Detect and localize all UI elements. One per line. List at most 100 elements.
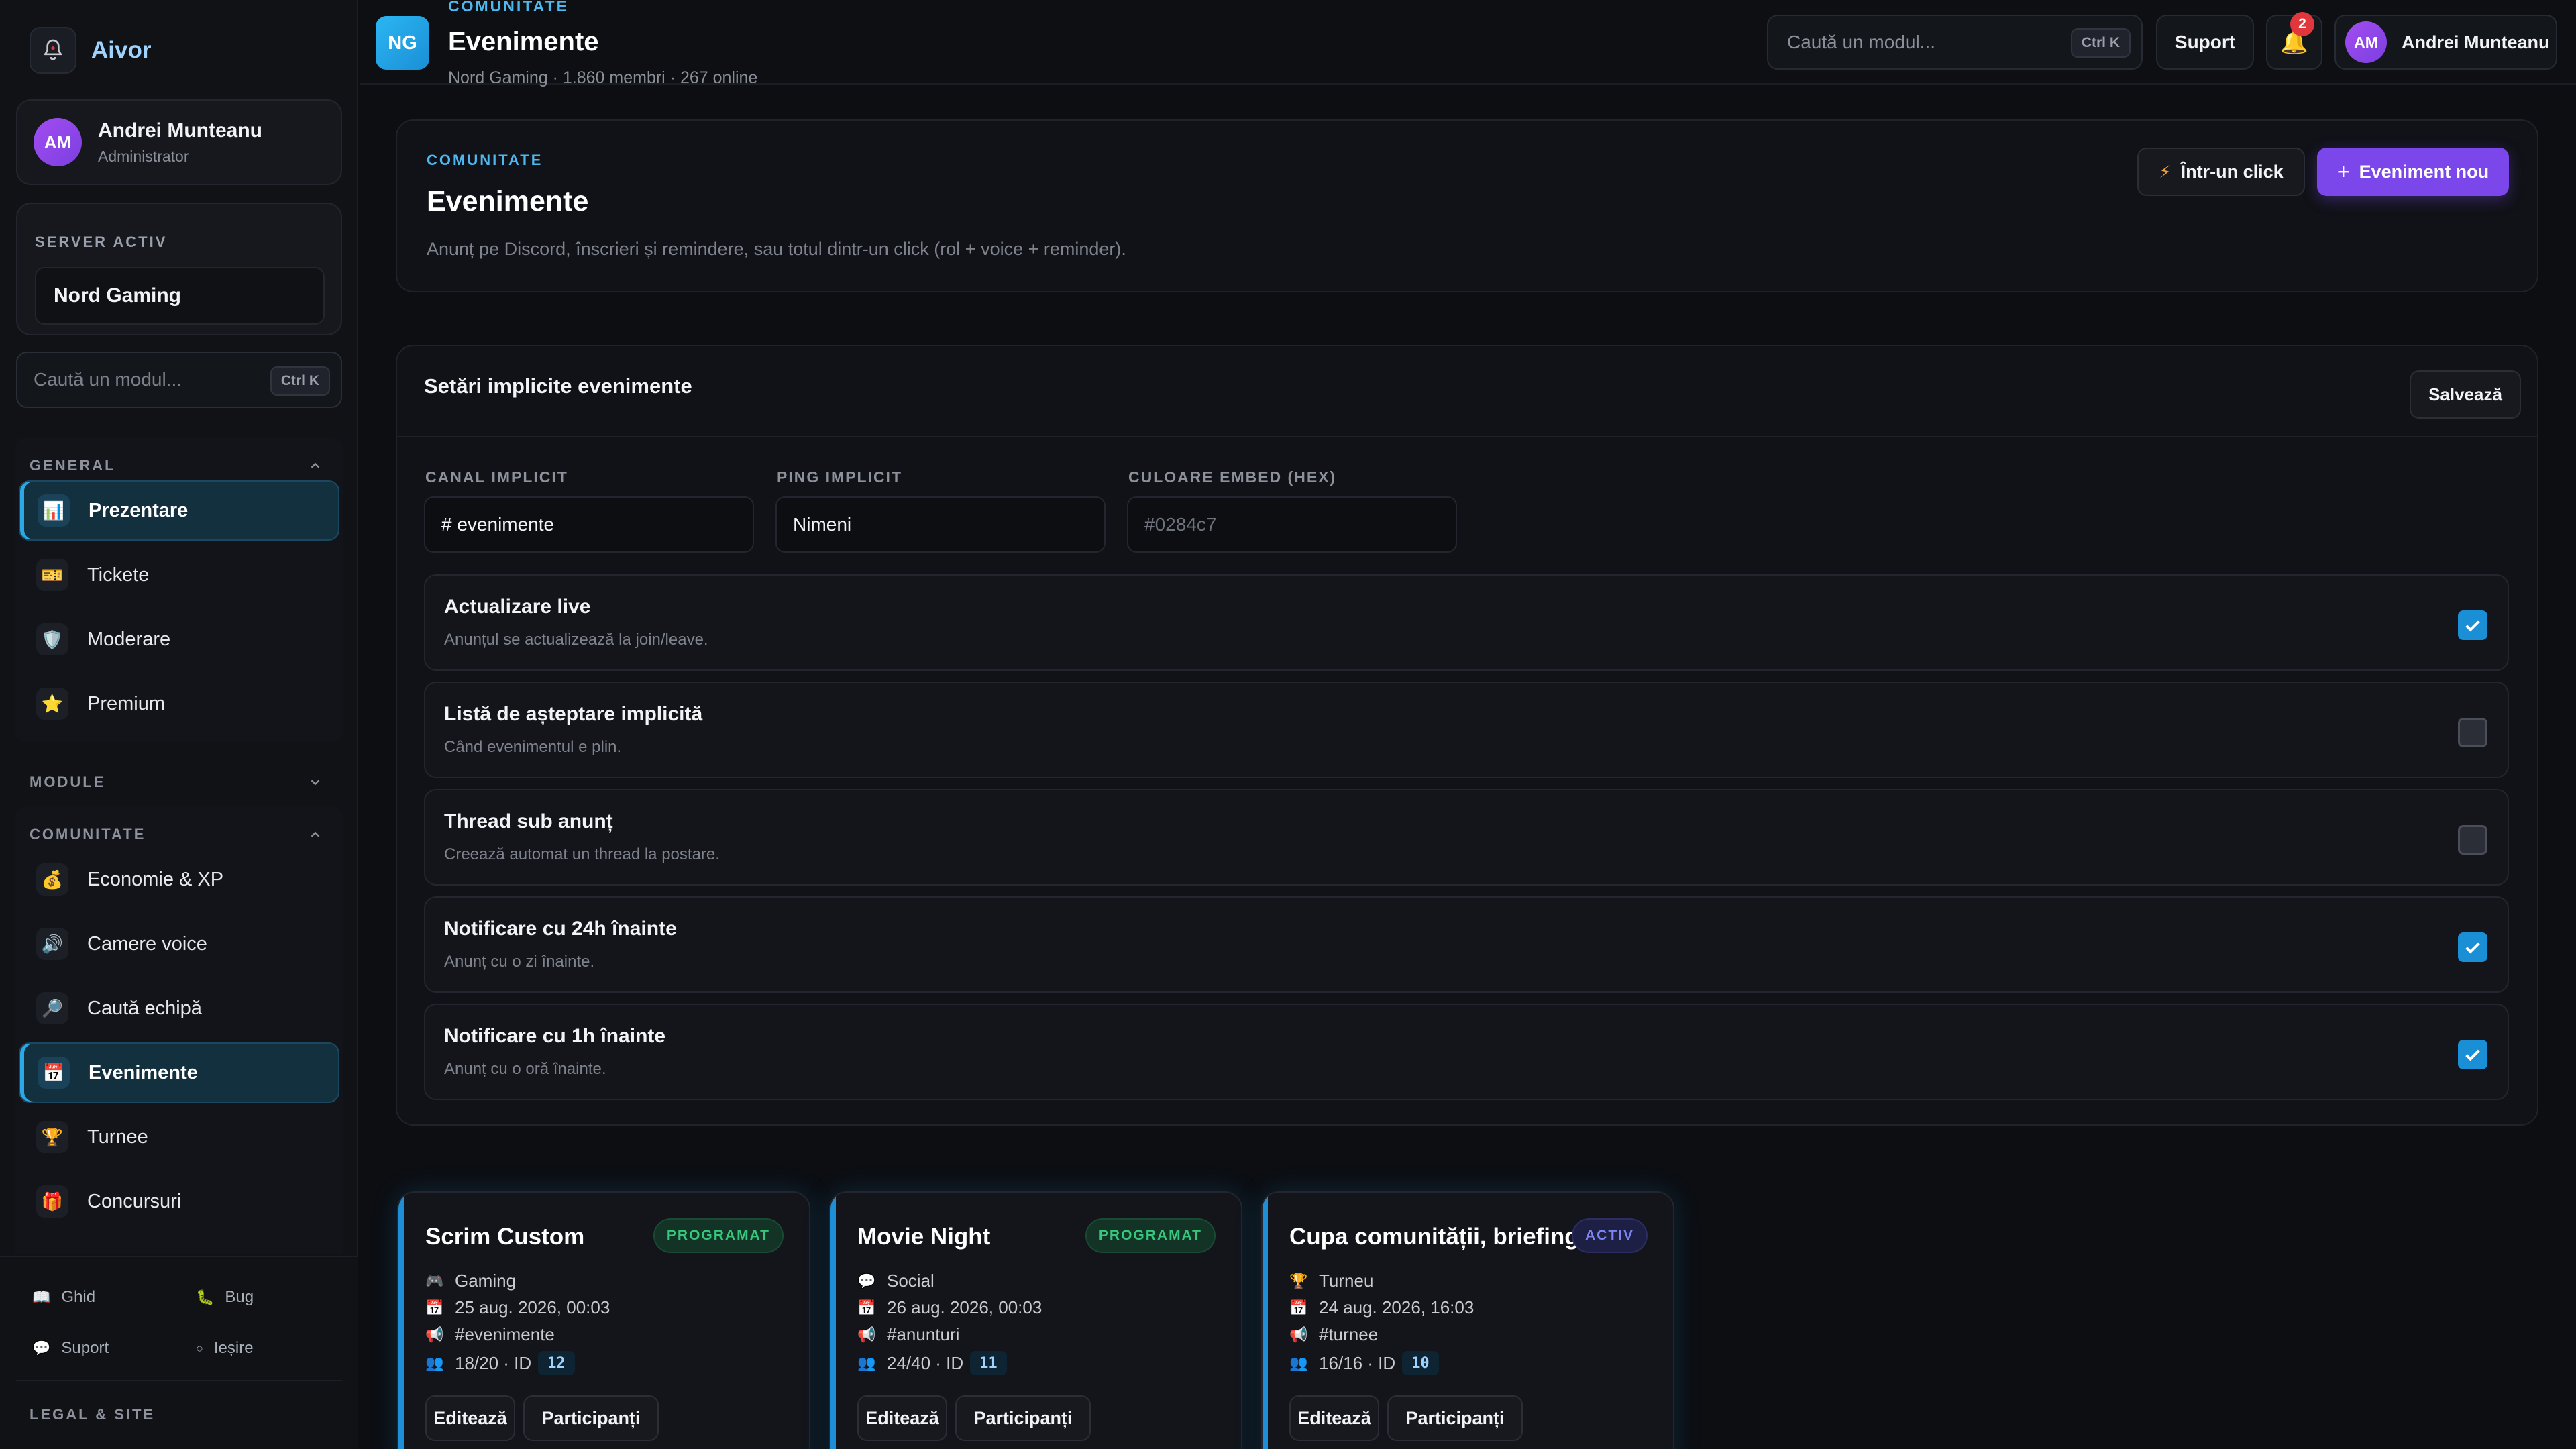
- footer-link-ghid[interactable]: 📖 Ghid: [32, 1288, 95, 1307]
- shield-icon: 🛡️: [36, 623, 68, 655]
- participants-button[interactable]: Participanți: [955, 1395, 1091, 1441]
- toggle-row[interactable]: Notificare cu 24h înainte Anunț cu o zi …: [424, 896, 2509, 993]
- server-select[interactable]: Nord Gaming: [35, 267, 325, 325]
- default-ping-select[interactable]: [775, 496, 1106, 553]
- trophy-icon: 🏆: [36, 1121, 68, 1153]
- footer-link-iesire[interactable]: ○ Ieșire: [196, 1339, 254, 1358]
- user-role: Administrator: [98, 147, 189, 165]
- toggle-row[interactable]: Thread sub anunț Creează automat un thre…: [424, 789, 2509, 885]
- legal-section-title[interactable]: LEGAL & SITE: [30, 1406, 155, 1424]
- server-badge: NG: [376, 16, 429, 70]
- sidebar-item-premium[interactable]: ⭐ Premium: [19, 674, 339, 734]
- shortcut-hint: Ctrl K: [270, 366, 330, 396]
- event-participants-label: 24/40 · ID: [887, 1352, 964, 1373]
- participants-button[interactable]: Participanți: [1387, 1395, 1523, 1441]
- sidebar-item-concursuri[interactable]: 🎁 Concursuri: [19, 1171, 339, 1232]
- support-button[interactable]: Suport: [2156, 15, 2254, 70]
- sidebar-item-prezentare[interactable]: 📊 Prezentare: [19, 480, 339, 541]
- sidebar-item-evenimente[interactable]: 📅 Evenimente: [19, 1042, 339, 1103]
- topbar-search-input[interactable]: [1787, 32, 2042, 53]
- event-channel-label: #evenimente: [455, 1324, 555, 1344]
- toggle-row[interactable]: Listă de așteptare implicită Când evenim…: [424, 682, 2509, 778]
- event-card[interactable]: Scrim Custom PROGRAMAT 🎮 Gaming 📅 25 aug. …: [397, 1191, 810, 1449]
- sidebar-item-cauta-echipa[interactable]: 🔎 Caută echipă: [19, 978, 339, 1038]
- sidebar-nav[interactable]: GENERAL 📊 Prezentare 🎫 Tickete 🛡️ Modera…: [0, 429, 358, 1254]
- thread-checkbox[interactable]: [2458, 825, 2487, 855]
- shortcut-hint: Ctrl K: [2070, 28, 2131, 58]
- chevron-up-icon: [302, 821, 329, 848]
- edit-event-button[interactable]: Editează: [857, 1395, 947, 1441]
- avatar: AM: [34, 118, 82, 166]
- brand[interactable]: Aivor: [30, 27, 151, 74]
- server-stats: Nord Gaming · 1.860 membri · 267 online: [448, 68, 758, 87]
- event-defaults-card: Setări implicite evenimente Salvează CAN…: [396, 345, 2538, 1126]
- event-category-label: Gaming: [455, 1271, 517, 1291]
- calendar-icon: 📅: [38, 1057, 70, 1089]
- nav-section-general[interactable]: GENERAL: [30, 452, 329, 479]
- quick-event-button[interactable]: ⚡ Într-un click: [2137, 148, 2305, 196]
- toggle-row[interactable]: Actualizare live Anunțul se actualizează…: [424, 574, 2509, 671]
- people-icon: 👥: [857, 1354, 876, 1371]
- event-channel-label: #anunturi: [887, 1324, 960, 1344]
- event-id: 12: [538, 1351, 575, 1375]
- new-event-label: Eveniment nou: [2359, 161, 2489, 182]
- event-category-label: Social: [887, 1271, 934, 1291]
- event-id: 10: [1402, 1351, 1439, 1375]
- server-selector: SERVER ACTIV Nord Gaming: [16, 203, 342, 335]
- sidebar-item-turnee[interactable]: 🏆 Turnee: [19, 1107, 339, 1167]
- plus-icon: +: [2337, 159, 2350, 184]
- sidebar-search-input[interactable]: [34, 369, 262, 390]
- gift-icon: 🎁: [36, 1185, 68, 1218]
- sidebar-footer: 📖 Ghid 🐛 Bug 💬 Suport ○ Ieșire LEGAL & S…: [0, 1256, 358, 1449]
- edit-event-button[interactable]: Editează: [425, 1395, 515, 1441]
- calendar-icon: 📅: [425, 1299, 444, 1316]
- checkmark-icon: [2465, 620, 2480, 632]
- user-menu-button[interactable]: AM Andrei Munteanu: [2334, 15, 2557, 70]
- reminder-24h-checkbox[interactable]: [2458, 932, 2487, 962]
- notifications-button[interactable]: 🔔 2: [2266, 12, 2322, 70]
- star-icon: ⭐: [36, 688, 68, 720]
- nav-section-module[interactable]: MODULE: [30, 769, 329, 796]
- toggle-title: Notificare cu 24h înainte: [444, 918, 677, 940]
- status-badge: PROGRAMAT: [653, 1218, 784, 1253]
- event-card[interactable]: Cupa comunității, briefing ACTIV 🏆 Turneu…: [1261, 1191, 1674, 1449]
- toggle-row[interactable]: Notificare cu 1h înainte Anunț cu o oră …: [424, 1004, 2509, 1100]
- event-participants-label: 16/16 · ID: [1319, 1352, 1396, 1373]
- edit-event-button[interactable]: Editează: [1289, 1395, 1379, 1441]
- nav-section-comunitate[interactable]: COMUNITATE: [30, 821, 329, 848]
- user-card[interactable]: AM Andrei Munteanu Administrator: [16, 99, 342, 185]
- toggle-title: Listă de așteptare implicită: [444, 703, 703, 725]
- nav-section-title: COMUNITATE: [30, 826, 146, 843]
- sidebar-item-label: Evenimente: [89, 1061, 198, 1083]
- participants-button[interactable]: Participanți: [523, 1395, 659, 1441]
- settings-title: Setări implicite evenimente: [424, 374, 692, 398]
- waitlist-checkbox[interactable]: [2458, 718, 2487, 747]
- topbar-search[interactable]: Ctrl K: [1767, 15, 2143, 70]
- sidebar-item-moderare[interactable]: 🛡️ Moderare: [19, 609, 339, 669]
- default-channel-input[interactable]: [424, 496, 754, 553]
- sidebar-search[interactable]: Ctrl K: [16, 352, 342, 408]
- bug-icon: 🐛: [196, 1289, 215, 1305]
- people-icon: 👥: [425, 1354, 444, 1371]
- new-event-button[interactable]: + Eveniment nou: [2317, 148, 2509, 196]
- footer-link-bug[interactable]: 🐛 Bug: [196, 1288, 254, 1307]
- event-category: 🏆 Turneu: [1289, 1271, 1373, 1291]
- sidebar-item-label: Tickete: [87, 564, 150, 586]
- live-update-checkbox[interactable]: [2458, 610, 2487, 640]
- server-label: SERVER ACTIV: [35, 233, 168, 250]
- sidebar: Aivor AM Andrei Munteanu Administrator S…: [0, 0, 358, 1449]
- event-category: 🎮 Gaming: [425, 1271, 516, 1291]
- save-button[interactable]: Salvează: [2410, 370, 2521, 419]
- money-bag-icon: 💰: [36, 863, 68, 896]
- sidebar-item-economie[interactable]: 💰 Economie & XP: [19, 849, 339, 910]
- sidebar-item-label: Turnee: [87, 1126, 148, 1148]
- sidebar-item-tickete[interactable]: 🎫 Tickete: [19, 545, 339, 605]
- reminder-1h-checkbox[interactable]: [2458, 1040, 2487, 1069]
- checkmark-icon: [2465, 1049, 2480, 1061]
- sidebar-item-camere-voice[interactable]: 🔊 Camere voice: [19, 914, 339, 974]
- embed-color-input[interactable]: [1127, 496, 1457, 553]
- settings-header: Setări implicite evenimente Salvează: [397, 346, 2537, 437]
- footer-link-suport[interactable]: 💬 Suport: [32, 1339, 109, 1358]
- event-card[interactable]: Movie Night PROGRAMAT 💬 Social 📅 26 aug. 2…: [829, 1191, 1242, 1449]
- event-title: Cupa comunității, briefing: [1289, 1224, 1579, 1250]
